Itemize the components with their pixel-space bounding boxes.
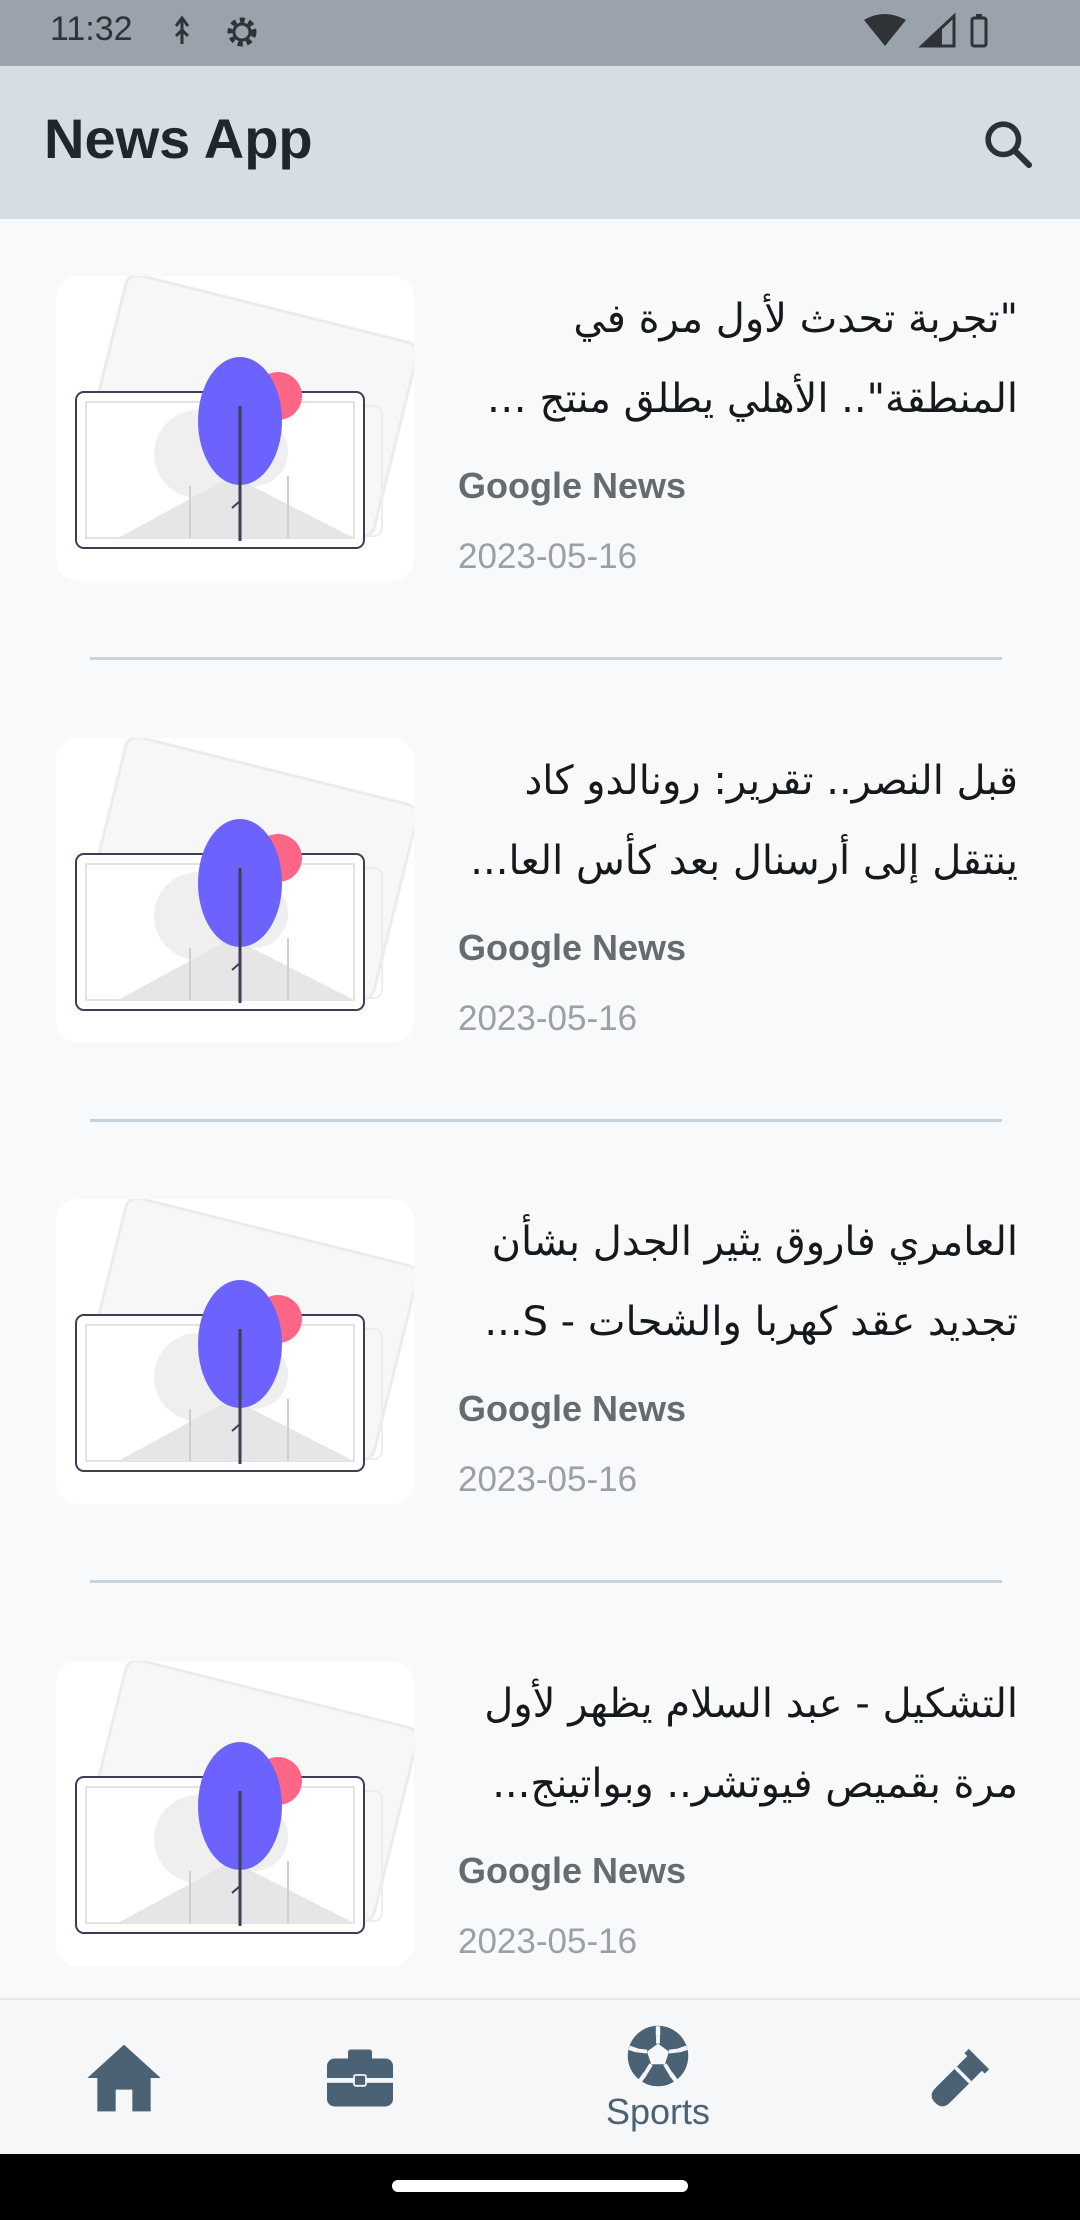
nav-item-business[interactable] xyxy=(310,2000,410,2156)
nav-label-sports: Sports xyxy=(605,2091,711,2132)
article-thumbnail-placeholder xyxy=(56,1199,414,1504)
search-button[interactable] xyxy=(972,108,1044,180)
headline-line-2: المنطقة".. الأهلي يطلق منتج ف... xyxy=(458,376,1018,422)
article-thumbnail-placeholder xyxy=(56,276,414,581)
nav-item-science[interactable] xyxy=(910,2000,1010,2156)
briefcase-icon xyxy=(327,2049,393,2107)
article-headline[interactable]: العامري فاروق يثير الجدل بشأن تجديد عقد … xyxy=(458,1202,1018,1362)
test-tube-icon xyxy=(931,2048,990,2107)
headline-line-1: "تجربة تحدث لأول مرة في xyxy=(573,296,1018,342)
article-source: Google News xyxy=(458,1388,687,1429)
article-date: 2023-05-16 xyxy=(458,1460,638,1499)
article-source: Google News xyxy=(458,1850,687,1891)
article-date: 2023-05-16 xyxy=(458,537,638,576)
status-bar: 11:32 xyxy=(0,0,1080,66)
home-icon xyxy=(87,2044,161,2112)
news-card[interactable]: التشكيل - عبد السلام يظهر لأول مرة بقميص… xyxy=(0,1604,1080,1966)
bottom-nav: Sports xyxy=(0,1998,1080,2156)
soccer-ball-icon xyxy=(627,2025,689,2087)
headline-line-2: مرة بقميص فيوتشر.. وبواتينج... xyxy=(492,1761,1018,1807)
news-card[interactable]: العامري فاروق يثير الجدل بشأن تجديد عقد … xyxy=(0,1142,1080,1504)
article-source: Google News xyxy=(458,465,687,506)
article-headline[interactable]: التشكيل - عبد السلام يظهر لأول مرة بقميص… xyxy=(458,1664,1018,1824)
nav-item-home[interactable] xyxy=(74,2000,174,2156)
app-title: News App xyxy=(44,107,313,170)
status-time: 11:32 xyxy=(50,10,133,48)
headline-line-2: تجديد عقد كهربا والشحات - S... xyxy=(484,1299,1018,1345)
wifi-icon xyxy=(864,14,906,46)
article-date: 2023-05-16 xyxy=(458,1922,638,1961)
article-thumbnail-placeholder xyxy=(56,1661,414,1966)
status-left-icons xyxy=(168,14,268,54)
app-bar: News App xyxy=(0,66,1080,219)
article-source: Google News xyxy=(458,927,687,968)
usb-debug-icon xyxy=(174,15,190,44)
system-navigation-bar xyxy=(0,2154,1080,2220)
divider xyxy=(90,1119,1002,1122)
news-card[interactable]: قبل النصر.. تقرير: رونالدو كاد ينتقل إلى… xyxy=(0,681,1080,1043)
article-date: 2023-05-16 xyxy=(458,999,638,1038)
headline-line-1: التشكيل - عبد السلام يظهر لأول xyxy=(484,1681,1018,1727)
article-headline[interactable]: قبل النصر.. تقرير: رونالدو كاد ينتقل إلى… xyxy=(458,741,1018,901)
gesture-handle[interactable] xyxy=(392,2180,688,2192)
news-list[interactable]: "تجربة تحدث لأول مرة في المنطقة".. الأهل… xyxy=(0,219,1080,1999)
battery-icon xyxy=(970,16,988,48)
news-card[interactable]: "تجربة تحدث لأول مرة في المنطقة".. الأهل… xyxy=(0,219,1080,581)
status-right-icons xyxy=(862,12,1002,56)
headline-line-2: ينتقل إلى أرسنال بعد كأس العا... xyxy=(470,838,1018,884)
divider xyxy=(90,657,1002,660)
nav-item-sports[interactable]: Sports xyxy=(588,2000,728,2156)
article-headline[interactable]: "تجربة تحدث لأول مرة في المنطقة".. الأهل… xyxy=(458,279,1018,439)
settings-gear-icon xyxy=(227,17,257,47)
article-thumbnail-placeholder xyxy=(56,738,414,1043)
search-icon xyxy=(985,121,1033,169)
headline-line-1: قبل النصر.. تقرير: رونالدو كاد xyxy=(524,758,1018,804)
headline-line-1: العامري فاروق يثير الجدل بشأن xyxy=(491,1219,1018,1265)
divider xyxy=(90,1580,1002,1583)
